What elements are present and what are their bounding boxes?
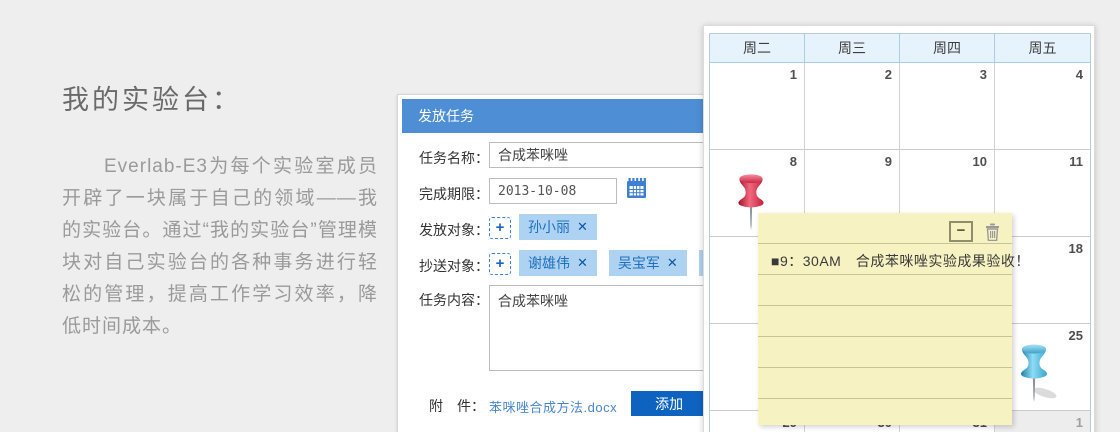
assignee-tag: 孙小丽 ✕	[519, 214, 597, 240]
sticky-note-toolbar: −	[949, 221, 1000, 242]
minimize-icon[interactable]: −	[949, 221, 973, 242]
deadline-label: 完成期限：	[419, 185, 489, 202]
deadline-input[interactable]	[489, 178, 617, 204]
intro-paragraph: Everlab-E3为每个实验室成员开辟了一块属于自己的领域——我的实验台。通过…	[62, 156, 378, 337]
calendar-header-row: 周二 周三 周四 周五	[710, 34, 1090, 63]
add-assignee-button[interactable]: +	[489, 217, 511, 239]
task-content-textarea[interactable]: 合成苯咪唑	[489, 285, 729, 371]
page: 我的实验台： Everlab-E3为每个实验室成员开辟了一块属于自己的领域——我…	[0, 0, 1120, 432]
calendar-week-row: 1 2 3 4	[710, 63, 1090, 150]
blue-pushpin-icon	[1014, 341, 1060, 410]
task-name-label: 任务名称：	[419, 149, 489, 166]
cc-tag: 吴宝军 ✕	[608, 250, 687, 276]
intro-section: 我的实验台： Everlab-E3为每个实验室成员开辟了一块属于自己的领域——我…	[62, 78, 378, 343]
calendar-day-cell[interactable]: 2	[805, 63, 900, 150]
weekday-tue: 周二	[710, 34, 805, 63]
tag-remove-icon[interactable]: ✕	[577, 219, 588, 235]
calendar-day-cell[interactable]: 3	[900, 63, 995, 150]
tag-remove-icon[interactable]: ✕	[667, 255, 678, 271]
attachment-label: 附 件：	[429, 398, 485, 414]
note-event-text: ■9：30AM 合成苯咪唑实验成果验收！	[771, 253, 1030, 269]
sticky-note: − ■9：30AM 合成苯咪唑实验成果验收！	[758, 213, 1029, 425]
red-pushpin-icon	[731, 171, 771, 236]
weekday-wed: 周三	[805, 34, 900, 63]
cc-tag-label: 吴宝军	[617, 255, 660, 271]
tag-remove-icon[interactable]: ✕	[577, 255, 588, 271]
add-cc-button[interactable]: +	[489, 253, 511, 275]
calendar-day-cell[interactable]: 1	[710, 63, 805, 150]
date-picker-icon[interactable]	[625, 177, 648, 205]
task-name-input[interactable]	[489, 142, 729, 168]
weekday-thu: 周四	[900, 34, 995, 63]
cc-tag-label: 谢雄伟	[528, 255, 570, 271]
cc-tag: 谢雄伟 ✕	[519, 250, 597, 276]
assignee-label: 发放对象：	[419, 221, 489, 238]
calendar-day-cell[interactable]: 4	[995, 63, 1090, 150]
assignee-tag-label: 孙小丽	[528, 219, 570, 235]
weekday-fri: 周五	[995, 34, 1090, 63]
cc-label: 抄送对象：	[419, 257, 489, 274]
trash-icon[interactable]	[985, 223, 1000, 241]
add-attachment-button[interactable]: 添加	[631, 391, 708, 416]
task-content-label: 任务内容：	[419, 292, 489, 308]
page-title: 我的实验台：	[62, 85, 242, 115]
attachment-file-link[interactable]: 苯咪唑合成方法.docx	[489, 391, 617, 416]
